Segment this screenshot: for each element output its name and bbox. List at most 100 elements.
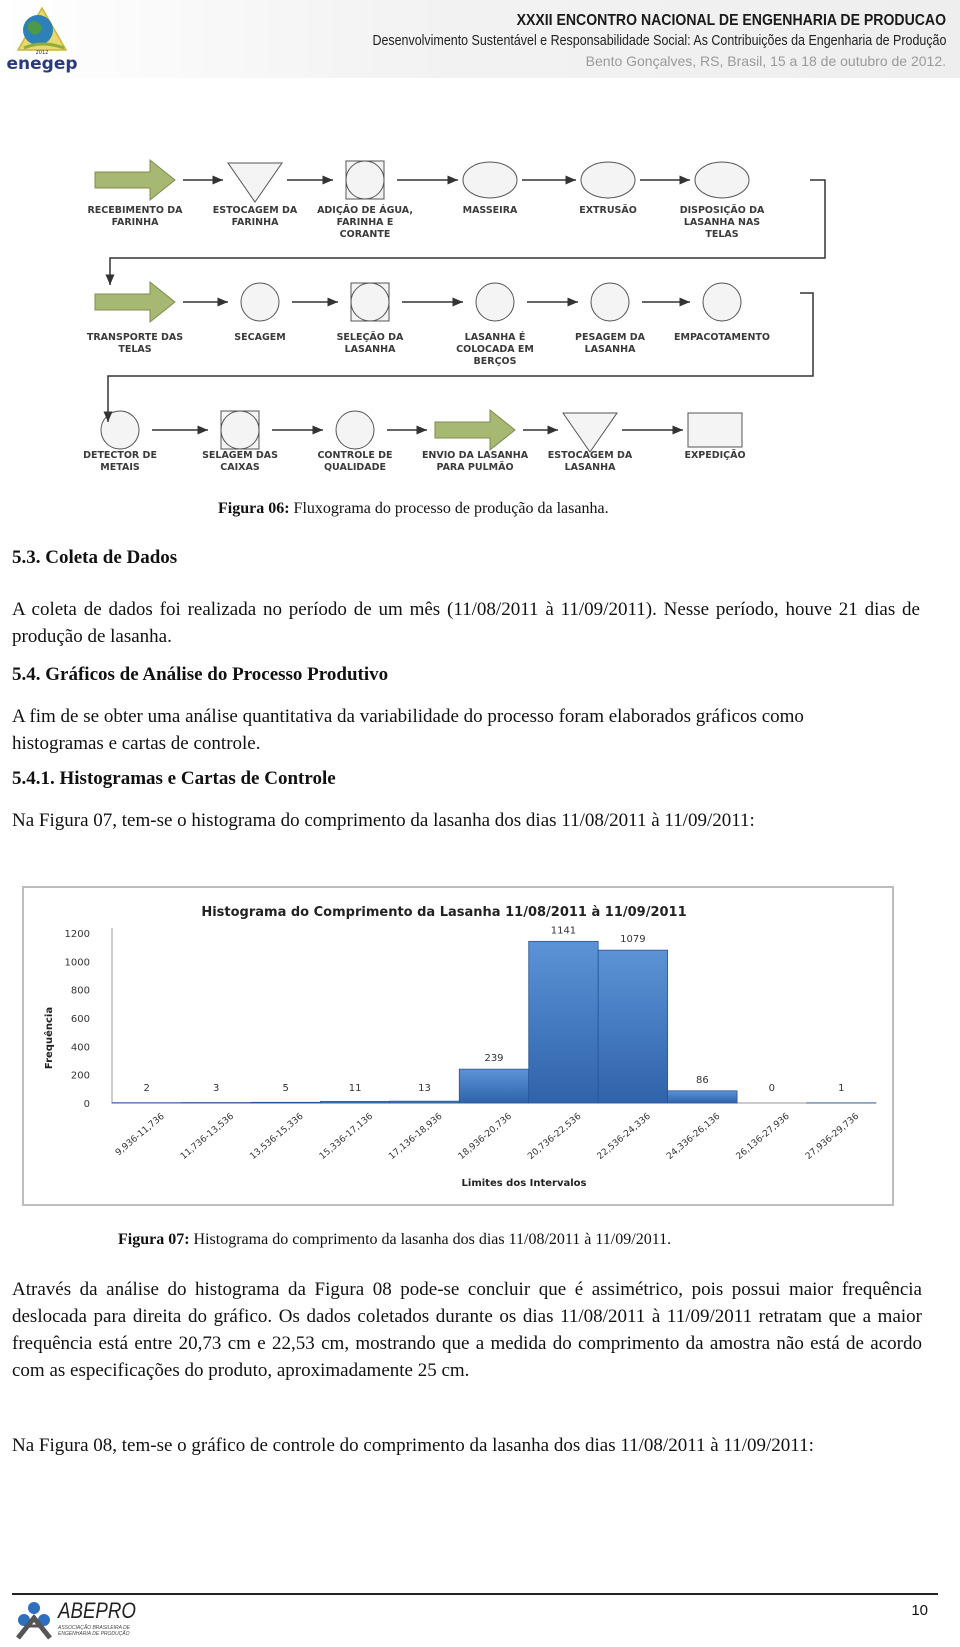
flowchart-step-label-lasanha-e-colocada-em-bercos: LASANHA É COLOCADA EM BERÇOS <box>440 332 550 368</box>
flowchart-step-label-expedicao: EXPEDIÇÃO <box>660 450 770 462</box>
x-tick-label: 27,936-29,736 <box>804 1111 861 1161</box>
operation-arrow-icon <box>435 410 515 450</box>
operation-circle-icon <box>581 162 635 198</box>
figure-06-label: Figura 06: <box>218 500 290 517</box>
abepro-logo-text: ABEPRO <box>58 1598 136 1624</box>
y-tick-label: 1200 <box>65 929 90 940</box>
operation-circle-icon <box>703 283 741 321</box>
x-tick-label: 11,736-13,536 <box>179 1111 236 1161</box>
figure-06-text: Fluxograma do processo de produção da la… <box>290 500 609 517</box>
flowchart-step-label-empacotamento: EMPACOTAMENTO <box>667 332 777 344</box>
operation-circle-icon <box>336 411 374 449</box>
chart-title: Histograma do Comprimento da Lasanha 11/… <box>201 905 686 920</box>
flowchart-step-label-pesagem-da-lasanha: PESAGEM DA LASANHA <box>555 332 665 356</box>
figure-06-caption: Figura 06: Fluxograma do processo de pro… <box>218 500 609 518</box>
bar-data-label: 1079 <box>620 934 645 945</box>
section-5-4-1-heading: 5.4.1. Histogramas e Cartas de Controle <box>12 768 336 790</box>
x-tick-label: 13,536-15,336 <box>248 1111 305 1161</box>
y-tick-label: 200 <box>71 1071 90 1082</box>
flowchart-step-label-detector-de-metais: DETECTOR DE METAIS <box>65 450 175 474</box>
storage-triangle-icon <box>563 413 617 452</box>
flowchart-figure: RECEBIMENTO DA FARINHAESTOCAGEM DA FARIN… <box>90 150 850 500</box>
x-tick-label: 22,536-24,336 <box>596 1111 653 1161</box>
conference-subtitle: Desenvolvimento Sustentável e Responsabi… <box>372 33 946 49</box>
conference-location-date: Bento Gonçalves, RS, Brasil, 15 a 18 de … <box>586 53 946 69</box>
shipment-rectangle-icon <box>688 413 742 447</box>
figure-07-text: Histograma do comprimento da lasanha dos… <box>190 1231 672 1248</box>
histogram-bar <box>668 1091 737 1103</box>
operation-circle-icon <box>695 162 749 198</box>
histogram-bar <box>459 1069 528 1103</box>
analysis-paragraph: Através da análise do histograma da Figu… <box>12 1276 922 1384</box>
conference-title: XXXII ENCONTRO NACIONAL DE ENGENHARIA DE… <box>517 12 946 30</box>
operation-circle-icon <box>463 162 517 198</box>
x-tick-label: 15,336-17,136 <box>318 1111 375 1161</box>
x-axis-label: Limites dos Intervalos <box>462 1178 587 1189</box>
histogram-bar <box>529 941 598 1103</box>
bar-data-label: 13 <box>418 1083 431 1094</box>
operation-arrow-icon <box>95 282 175 322</box>
y-tick-label: 400 <box>71 1042 90 1053</box>
bar-data-label: 11 <box>349 1083 362 1094</box>
abepro-logo: ABEPRO ASSOCIAÇÃO BRASILEIRA DE ENGENHAR… <box>12 1598 172 1642</box>
flowchart-step-label-estocagem-da-farinha: ESTOCAGEM DA FARINHA <box>200 205 310 229</box>
x-tick-label: 18,936-20,736 <box>457 1111 514 1161</box>
abepro-logo-subtext: ASSOCIAÇÃO BRASILEIRA DE ENGENHARIA DE P… <box>58 1625 138 1637</box>
y-tick-label: 800 <box>71 986 90 997</box>
y-axis-label: Frequência <box>43 1007 55 1069</box>
flowchart-step-label-estocagem-da-lasanha: ESTOCAGEM DA LASANHA <box>535 450 645 474</box>
operation-circle-icon <box>241 283 279 321</box>
footer-divider <box>12 1593 938 1595</box>
y-tick-label: 1000 <box>65 957 90 968</box>
section-5-3-heading: 5.3. Coleta de Dados <box>12 547 177 569</box>
figure-07-label: Figura 07: <box>118 1231 190 1248</box>
bar-data-label: 3 <box>213 1083 219 1094</box>
flowchart-step-label-selagem-das-caixas: SELAGEM DAS CAIXAS <box>185 450 295 474</box>
x-tick-label: 17,136-18,936 <box>387 1111 444 1161</box>
section-5-4-1-paragraph: Na Figura 07, tem-se o histograma do com… <box>12 807 755 834</box>
flowchart-step-label-disposicao-da-lasanha-nas-telas: DISPOSIÇÃO DA LASANHA NAS TELAS <box>667 205 777 241</box>
figure-08-intro-paragraph: Na Figura 08, tem-se o gráfico de contro… <box>12 1432 922 1459</box>
bar-data-label: 239 <box>484 1053 503 1064</box>
page-number: 10 <box>911 1602 928 1619</box>
flowchart-step-label-selecao-da-lasanha: SELEÇÃO DA LASANHA <box>315 332 425 356</box>
histogram-chart: Histograma do Comprimento da Lasanha 11/… <box>22 886 894 1206</box>
y-tick-label: 600 <box>71 1014 90 1025</box>
combined-activity-icon <box>221 411 259 449</box>
bar-data-label: 2 <box>144 1083 150 1094</box>
flowchart-step-label-adicao-de-agua-farinha-e-corante: ADIÇÃO DE ÁGUA, FARINHA E CORANTE <box>310 205 420 241</box>
y-tick-label: 0 <box>84 1099 90 1110</box>
bar-data-label: 1141 <box>551 925 576 936</box>
operation-circle-icon <box>476 283 514 321</box>
histogram-bar <box>251 1102 320 1103</box>
histogram-svg: Histograma do Comprimento da Lasanha 11/… <box>24 888 892 1204</box>
flowchart-step-label-extrusao: EXTRUSÃO <box>553 205 663 217</box>
figure-07-caption: Figura 07: Histograma do comprimento da … <box>118 1231 671 1249</box>
operation-arrow-icon <box>95 160 175 200</box>
page-header: 2012 enegep XXXII ENCONTRO NACIONAL DE E… <box>0 0 960 78</box>
flowchart-step-label-secagem: SECAGEM <box>205 332 315 344</box>
section-5-4-heading: 5.4. Gráficos de Análise do Processo Pro… <box>12 664 388 686</box>
bar-data-label: 1 <box>838 1083 844 1094</box>
histogram-bar <box>390 1101 459 1103</box>
combined-activity-icon <box>346 161 384 199</box>
histogram-bar <box>598 950 667 1103</box>
bar-data-label: 0 <box>769 1083 775 1094</box>
bar-data-label: 86 <box>696 1075 709 1086</box>
histogram-bar <box>320 1101 389 1103</box>
section-5-4-paragraph: A fim de se obter uma análise quantitati… <box>12 703 892 757</box>
x-tick-label: 26,136-27,936 <box>735 1111 792 1161</box>
x-tick-label: 24,336-26,136 <box>665 1111 722 1161</box>
flowchart-step-label-controle-de-qualidade: CONTROLE DE QUALIDADE <box>300 450 410 474</box>
combined-activity-icon <box>351 283 389 321</box>
logo-text: enegep <box>6 54 77 74</box>
operation-circle-icon <box>101 411 139 449</box>
flowchart-graphic <box>90 150 850 500</box>
flowchart-step-label-envio-da-lasanha-para-pulmao: ENVIO DA LASANHA PARA PULMÃO <box>420 450 530 474</box>
x-tick-label: 20,736-22,536 <box>526 1111 583 1161</box>
section-5-3-paragraph: A coleta de dados foi realizada no perío… <box>12 596 920 650</box>
bar-data-label: 5 <box>282 1083 288 1094</box>
x-tick-label: 9,936-11,736 <box>114 1111 167 1158</box>
storage-triangle-icon <box>228 163 282 202</box>
operation-circle-icon <box>591 283 629 321</box>
